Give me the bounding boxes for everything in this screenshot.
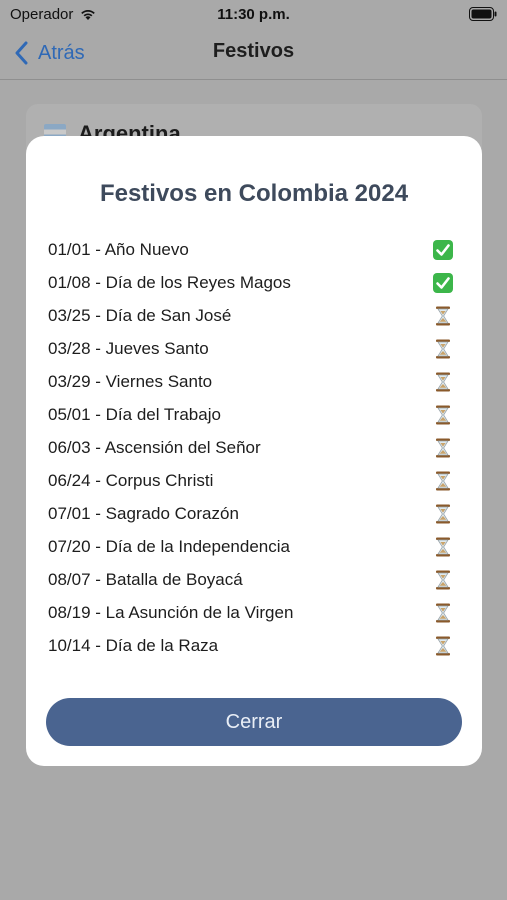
hourglass-icon [432,536,454,558]
holiday-label: 03/28 - Jueves Santo [48,338,209,358]
hourglass-icon [432,569,454,591]
holiday-item: 10/14 - Día de la Raza [48,629,454,662]
hourglass-icon [432,437,454,459]
holiday-item: 07/01 - Sagrado Corazón [48,497,454,530]
hourglass-icon [432,305,454,327]
holiday-label: 06/03 - Ascensión del Señor [48,437,261,457]
holiday-item: 06/03 - Ascensión del Señor [48,431,454,464]
check-icon [432,272,454,294]
holiday-item: 06/24 - Corpus Christi [48,464,454,497]
hourglass-icon [432,371,454,393]
holiday-label: 08/19 - La Asunción de la Virgen [48,602,294,622]
hourglass-icon [432,470,454,492]
holiday-item: 01/08 - Día de los Reyes Magos [48,266,454,299]
holiday-label: 06/24 - Corpus Christi [48,470,214,490]
check-icon [432,239,454,261]
holiday-item: 05/01 - Día del Trabajo [48,398,454,431]
carrier-name: Operador [10,5,74,23]
hourglass-icon [432,602,454,624]
holiday-label: 05/01 - Día del Trabajo [48,404,221,424]
holiday-item: 03/29 - Viernes Santo [48,365,454,398]
hourglass-icon [432,635,454,657]
holiday-item: 03/25 - Día de San José [48,299,454,332]
holiday-item: 03/28 - Jueves Santo [48,332,454,365]
holiday-label: 03/29 - Viernes Santo [48,371,213,391]
holiday-label: 01/01 - Año Nuevo [48,239,189,259]
hourglass-icon [432,404,454,426]
holiday-label: 10/14 - Día de la Raza [48,635,219,655]
holiday-item: 08/07 - Batalla de Boyacá [48,563,454,596]
hourglass-icon [432,503,454,525]
holiday-label: 08/07 - Batalla de Boyacá [48,569,243,589]
page-title: Festivos [212,40,295,62]
holiday-item: 08/19 - La Asunción de la Virgen [48,596,454,629]
hourglass-icon [432,338,454,360]
holiday-label: 03/25 - Día de San José [48,305,232,325]
navigation-bar: Atrás Festivos [0,28,507,80]
holiday-label: 07/20 - Día de la Independencia [48,536,290,556]
battery-icon [469,7,497,21]
holiday-list: 01/01 - Año Nuevo 01/08 - Día de los Reye… [48,233,454,662]
holiday-item: 07/20 - Día de la Independencia [48,530,454,563]
modal-title: Festivos en Colombia 2024 [99,180,409,207]
wifi-icon [79,7,97,21]
holidays-modal: Festivos en Colombia 2024 01/01 - Año Nu… [26,136,482,766]
carrier: Operador [10,6,97,23]
holiday-label: 01/08 - Día de los Reyes Magos [48,272,291,292]
status-bar: Operador 11:30 p.m. [0,0,507,28]
holiday-item: 01/01 - Año Nuevo [48,233,454,266]
close-button[interactable]: Cerrar [46,698,462,746]
holiday-label: 07/01 - Sagrado Corazón [48,503,239,523]
